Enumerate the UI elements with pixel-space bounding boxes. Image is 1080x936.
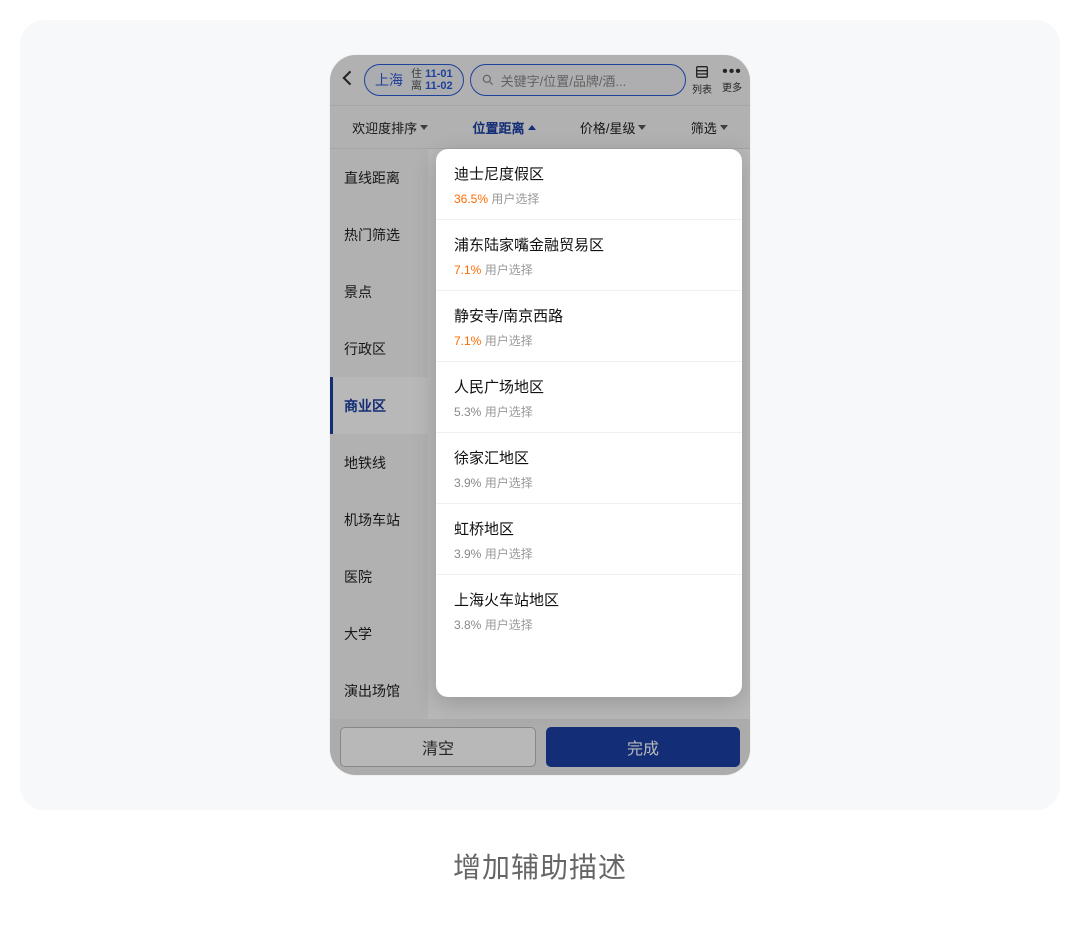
- city-label: 上海: [375, 70, 403, 90]
- sidebar-item[interactable]: 直线距离: [330, 149, 428, 206]
- chevron-up-icon: [528, 125, 536, 130]
- popup-option-sub: 3.9% 用户选择: [454, 474, 724, 491]
- popup-option-pct: 3.9%: [454, 476, 481, 490]
- popup-option[interactable]: 上海火车站地区 3.8% 用户选择: [436, 575, 742, 645]
- sidebar-item[interactable]: 商业区: [330, 377, 428, 434]
- popup-option-suffix: 用户选择: [481, 405, 532, 419]
- popup-option-title: 虹桥地区: [454, 518, 724, 539]
- popup-option-title: 徐家汇地区: [454, 447, 724, 468]
- popup-option-sub: 3.9% 用户选择: [454, 545, 724, 562]
- phone-frame: 上海 住 11-01 离 11-02 关键字/位置/品牌/酒... 列表: [330, 55, 750, 775]
- popup-option-pct: 3.8%: [454, 618, 481, 632]
- popup-option-suffix: 用户选择: [481, 334, 532, 348]
- popup-option[interactable]: 静安寺/南京西路 7.1% 用户选择: [436, 291, 742, 362]
- filter-tab[interactable]: 欢迎度排序: [352, 118, 428, 137]
- popup-option-pct: 7.1%: [454, 263, 481, 277]
- popup-option-title: 上海火车站地区: [454, 589, 724, 610]
- back-icon[interactable]: [338, 68, 358, 93]
- popup-option-sub: 7.1% 用户选择: [454, 261, 724, 278]
- filter-tab-label: 位置距离: [473, 118, 525, 137]
- sidebar-item[interactable]: 大学: [330, 605, 428, 662]
- popup-option-sub: 3.8% 用户选择: [454, 616, 724, 633]
- sidebar-item[interactable]: 行政区: [330, 320, 428, 377]
- figure-card: 上海 住 11-01 离 11-02 关键字/位置/品牌/酒... 列表: [20, 20, 1060, 810]
- bottom-bar: 清空 完成: [330, 719, 750, 775]
- popup-option[interactable]: 人民广场地区 5.3% 用户选择: [436, 362, 742, 433]
- popup-option-sub: 7.1% 用户选择: [454, 332, 724, 349]
- popup-option[interactable]: 迪士尼度假区 36.5% 用户选择: [436, 149, 742, 220]
- sidebar-item[interactable]: 演出场馆: [330, 662, 428, 719]
- popup-option-pct: 5.3%: [454, 405, 481, 419]
- filter-tab-label: 价格/星级: [580, 118, 636, 137]
- popup-option-suffix: 用户选择: [481, 547, 532, 561]
- more-button[interactable]: ••• 更多: [722, 66, 742, 94]
- chevron-down-icon: [720, 125, 728, 130]
- date-range: 住 11-01 离 11-02: [411, 68, 453, 92]
- popup-option[interactable]: 徐家汇地区 3.9% 用户选择: [436, 433, 742, 504]
- popup-option-sub: 36.5% 用户选择: [454, 190, 724, 207]
- popup-option-title: 迪士尼度假区: [454, 163, 724, 184]
- popup-option-pct: 3.9%: [454, 547, 481, 561]
- location-popup: 迪士尼度假区36.5% 用户选择浦东陆家嘴金融贸易区7.1% 用户选择静安寺/南…: [436, 149, 742, 697]
- more-icon: •••: [722, 66, 742, 78]
- filter-tab[interactable]: 筛选: [691, 118, 728, 137]
- popup-option-suffix: 用户选择: [481, 263, 532, 277]
- topbar-actions: 列表 ••• 更多: [692, 64, 742, 96]
- popup-option-title: 静安寺/南京西路: [454, 305, 724, 326]
- search-placeholder: 关键字/位置/品牌/酒...: [501, 71, 627, 90]
- filter-tab-label: 筛选: [691, 118, 717, 137]
- filter-tab[interactable]: 位置距离: [473, 118, 536, 137]
- popup-option-title: 人民广场地区: [454, 376, 724, 397]
- chevron-down-icon: [638, 125, 646, 130]
- city-date-pill[interactable]: 上海 住 11-01 离 11-02: [364, 64, 464, 96]
- popup-option-title: 浦东陆家嘴金融贸易区: [454, 234, 724, 255]
- search-input[interactable]: 关键字/位置/品牌/酒...: [470, 64, 686, 96]
- list-view-button[interactable]: 列表: [692, 64, 712, 96]
- filter-tabs: 欢迎度排序 位置距离 价格/星级 筛选: [330, 105, 750, 149]
- popup-option-sub: 5.3% 用户选择: [454, 403, 724, 420]
- popup-option-suffix: 用户选择: [481, 618, 532, 632]
- topbar: 上海 住 11-01 离 11-02 关键字/位置/品牌/酒... 列表: [330, 55, 750, 105]
- done-button[interactable]: 完成: [546, 727, 740, 767]
- sidebar-item[interactable]: 地铁线: [330, 434, 428, 491]
- filter-tab-label: 欢迎度排序: [352, 118, 417, 137]
- popup-option-suffix: 用户选择: [488, 192, 539, 206]
- popup-option-suffix: 用户选择: [481, 476, 532, 490]
- popup-option-pct: 7.1%: [454, 334, 481, 348]
- popup-option-pct: 36.5%: [454, 192, 488, 206]
- popup-option[interactable]: 虹桥地区 3.9% 用户选择: [436, 504, 742, 575]
- sidebar-item[interactable]: 热门筛选: [330, 206, 428, 263]
- popup-option[interactable]: 浦东陆家嘴金融贸易区 7.1% 用户选择: [436, 220, 742, 291]
- sidebar-item[interactable]: 医院: [330, 548, 428, 605]
- figure-caption: 增加辅助描述: [453, 846, 627, 886]
- category-sidebar: 直线距离热门筛选景点行政区商业区地铁线机场车站医院大学演出场馆: [330, 149, 428, 719]
- chevron-down-icon: [420, 125, 428, 130]
- clear-button[interactable]: 清空: [340, 727, 536, 767]
- filter-tab[interactable]: 价格/星级: [580, 118, 647, 137]
- sidebar-item[interactable]: 机场车站: [330, 491, 428, 548]
- sidebar-item[interactable]: 景点: [330, 263, 428, 320]
